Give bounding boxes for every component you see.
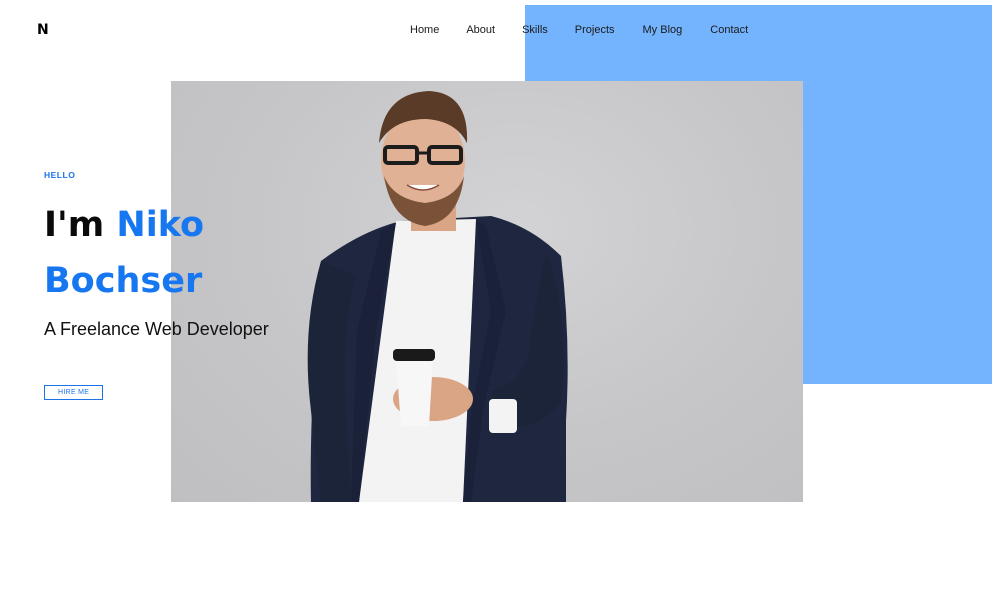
nav-item-skills[interactable]: Skills bbox=[522, 24, 548, 36]
hero-section: HELLO I'm Niko Bochser A Freelance Web D… bbox=[44, 170, 269, 400]
nav-item-home[interactable]: Home bbox=[410, 24, 439, 36]
hire-me-button[interactable]: HIRE ME bbox=[44, 385, 104, 400]
hero-headline: I'm Niko Bochser bbox=[44, 197, 269, 309]
nav-item-blog[interactable]: My Blog bbox=[643, 24, 683, 36]
hero-first-name: Niko bbox=[116, 205, 205, 245]
main-nav: Home About Skills Projects My Blog Conta… bbox=[410, 24, 748, 36]
hero-intro: I'm bbox=[44, 205, 105, 245]
hero-subtitle: A Freelance Web Developer bbox=[44, 319, 269, 339]
brand-logo[interactable]: N bbox=[37, 22, 49, 38]
hero-eyebrow: HELLO bbox=[44, 170, 76, 180]
nav-item-about[interactable]: About bbox=[466, 24, 495, 36]
nav-item-projects[interactable]: Projects bbox=[575, 24, 615, 36]
nav-item-contact[interactable]: Contact bbox=[710, 24, 748, 36]
hero-last-name: Bochser bbox=[44, 261, 203, 301]
